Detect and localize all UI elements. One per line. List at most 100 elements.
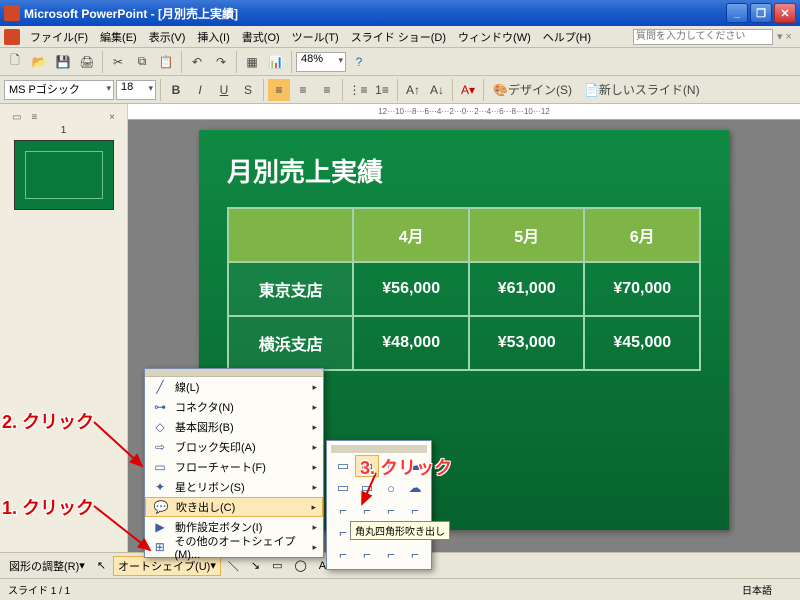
shape-tooltip: 角丸四角形吹き出し	[350, 521, 450, 540]
callout-shape-1-0[interactable]: ▭	[331, 477, 355, 499]
autoshape-item-3[interactable]: ⇨ブロック矢印(A)▸	[145, 437, 323, 457]
autoshape-item-label: その他のオートシェイプ(M)...	[174, 533, 317, 561]
table-row: 横浜支店¥48,000¥53,000¥45,000	[228, 316, 700, 370]
save-icon[interactable]: 💾	[52, 51, 74, 73]
menu-format[interactable]: 書式(O)	[236, 27, 286, 47]
window-title: Microsoft PowerPoint - [月別売上実績]	[24, 5, 238, 22]
autoshape-item-0[interactable]: ╱線(L)▸	[145, 377, 323, 397]
maximize-button[interactable]: ❐	[750, 3, 772, 23]
tab-outline-icon[interactable]: ≡	[31, 112, 37, 123]
align-right-icon[interactable]: ≡	[316, 79, 338, 101]
print-icon[interactable]: 🖨	[76, 51, 98, 73]
menu-drag-handle[interactable]	[145, 369, 323, 377]
annotation-arrow-1	[90, 500, 160, 560]
chart-icon[interactable]: 📊	[265, 51, 287, 73]
autoshape-item-icon: ▭	[151, 459, 169, 475]
table-header-row: 4月5月6月	[228, 208, 700, 262]
callout-shape-4-0[interactable]: ⌐	[331, 543, 355, 565]
annotation-arrow-2	[90, 416, 150, 476]
underline-icon[interactable]: U	[213, 79, 235, 101]
callout-shape-0-0[interactable]: ▭	[331, 455, 355, 477]
callout-shape-4-3[interactable]: ⌐	[403, 543, 427, 565]
callout-shape-4-1[interactable]: ⌐	[355, 543, 379, 565]
palette-drag-handle[interactable]	[331, 445, 427, 453]
sales-table: 4月5月6月 東京支店¥56,000¥61,000¥70,000 横浜支店¥48…	[227, 207, 701, 371]
autoshape-item-label: フローチャート(F)	[175, 459, 266, 475]
font-color-icon[interactable]: A▾	[457, 79, 479, 101]
formatting-toolbar: MS Pゴシック 18 B I U S ≡ ≡ ≡ ⋮≡ 1≡ A↑ A↓ A▾…	[0, 76, 800, 104]
open-icon[interactable]: 📂	[28, 51, 50, 73]
close-button[interactable]: ✕	[774, 3, 796, 23]
autoshape-item-8[interactable]: ⊞その他のオートシェイプ(M)...▸	[145, 537, 323, 557]
autoshape-item-label: 吹き出し(C)	[176, 499, 235, 515]
menu-view[interactable]: 表示(V)	[143, 27, 192, 47]
table-icon[interactable]: ▦	[241, 51, 263, 73]
autoshape-item-label: 線(L)	[175, 379, 199, 395]
font-select[interactable]: MS Pゴシック	[4, 80, 114, 100]
redo-icon[interactable]: ↷	[210, 51, 232, 73]
numbering-icon[interactable]: 1≡	[371, 79, 393, 101]
autoshape-item-icon: ✦	[151, 479, 169, 495]
help-search-input[interactable]	[633, 29, 773, 45]
shape-adjust-button[interactable]: 図形の調整(R) ▾	[4, 556, 90, 576]
bold-icon[interactable]: B	[165, 79, 187, 101]
language-indicator: 日本語	[722, 582, 792, 597]
slide-title: 月別売上実績	[227, 152, 701, 189]
autoshape-menu: ╱線(L)▸⊶コネクタ(N)▸◇基本図形(B)▸⇨ブロック矢印(A)▸▭フローチ…	[144, 368, 324, 558]
slide-1-number: 1	[6, 125, 121, 136]
standard-toolbar: 🗋 📂 💾 🖨 ✂ ⧉ 📋 ↶ ↷ ▦ 📊 48% ?	[0, 48, 800, 76]
shadow-icon[interactable]: S	[237, 79, 259, 101]
callout-shape-2-3[interactable]: ⌐	[403, 499, 427, 521]
annotation-3: 3. クリック	[360, 454, 452, 480]
annotation-2: 2. クリック	[2, 408, 94, 434]
annotation-1: 1. クリック	[2, 494, 94, 520]
autoshape-item-6[interactable]: 💬吹き出し(C)▸	[145, 497, 323, 517]
menu-window[interactable]: ウィンドウ(W)	[452, 27, 537, 47]
undo-icon[interactable]: ↶	[186, 51, 208, 73]
new-icon[interactable]: 🗋	[4, 51, 26, 73]
bullets-icon[interactable]: ⋮≡	[347, 79, 369, 101]
cut-icon[interactable]: ✂	[107, 51, 129, 73]
autoshape-item-icon: ╱	[151, 379, 169, 395]
autoshape-item-icon: ⇨	[151, 439, 169, 455]
title-bar: Microsoft PowerPoint - [月別売上実績] _ ❐ ✕	[0, 0, 800, 26]
menu-tools[interactable]: ツール(T)	[286, 27, 345, 47]
align-center-icon[interactable]: ≡	[292, 79, 314, 101]
autoshape-item-label: ブロック矢印(A)	[175, 439, 256, 455]
menu-edit[interactable]: 編集(E)	[94, 27, 143, 47]
minimize-button[interactable]: _	[726, 3, 748, 23]
new-slide-button[interactable]: 📄新しいスライド(N)	[579, 79, 705, 101]
slide-counter: スライド 1 / 1	[8, 582, 70, 597]
callout-shape-2-0[interactable]: ⌐	[331, 499, 355, 521]
decrease-font-icon[interactable]: A↓	[426, 79, 448, 101]
menu-slideshow[interactable]: スライド ショー(D)	[345, 27, 452, 47]
design-button[interactable]: 🎨デザイン(S)	[488, 79, 577, 101]
increase-font-icon[interactable]: A↑	[402, 79, 424, 101]
autoshape-item-4[interactable]: ▭フローチャート(F)▸	[145, 457, 323, 477]
menu-bar: ファイル(F) 編集(E) 表示(V) 挿入(I) 書式(O) ツール(T) ス…	[0, 26, 800, 48]
autoshape-item-1[interactable]: ⊶コネクタ(N)▸	[145, 397, 323, 417]
paste-icon[interactable]: 📋	[155, 51, 177, 73]
autoshape-item-icon: ◇	[151, 419, 169, 435]
autoshape-item-2[interactable]: ◇基本図形(B)▸	[145, 417, 323, 437]
italic-icon[interactable]: I	[189, 79, 211, 101]
callout-shape-4-2[interactable]: ⌐	[379, 543, 403, 565]
menu-help[interactable]: ヘルプ(H)	[537, 27, 597, 47]
horizontal-ruler: 12···10···8···6···4···2···0···2···4···6·…	[128, 104, 800, 120]
font-size-select[interactable]: 18	[116, 80, 156, 100]
doc-icon	[4, 29, 20, 45]
menu-file[interactable]: ファイル(F)	[24, 27, 94, 47]
autoshape-item-icon: ⊶	[151, 399, 169, 415]
menu-insert[interactable]: 挿入(I)	[191, 27, 235, 47]
copy-icon[interactable]: ⧉	[131, 51, 153, 73]
table-row: 東京支店¥56,000¥61,000¥70,000	[228, 262, 700, 316]
autoshape-item-label: 基本図形(B)	[175, 419, 234, 435]
align-left-icon[interactable]: ≡	[268, 79, 290, 101]
tab-slides-icon[interactable]: ▭	[12, 112, 21, 123]
callout-shape-1-3[interactable]: ☁	[403, 477, 427, 499]
app-icon	[4, 5, 20, 21]
zoom-select[interactable]: 48%	[296, 52, 346, 72]
help-icon[interactable]: ?	[348, 51, 370, 73]
slide-1-thumbnail[interactable]	[14, 140, 114, 210]
autoshape-item-5[interactable]: ✦星とリボン(S)▸	[145, 477, 323, 497]
